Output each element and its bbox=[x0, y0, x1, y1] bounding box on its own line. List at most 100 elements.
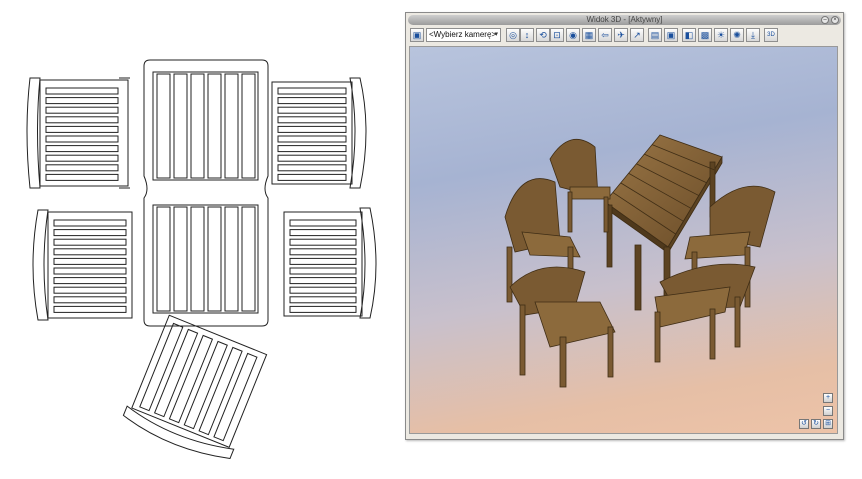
view-3d-icon: 3D bbox=[767, 32, 775, 38]
rotate-right-icon: ↻ bbox=[813, 420, 819, 427]
sun-button[interactable]: ✺ bbox=[730, 28, 744, 42]
table-slat bbox=[224, 206, 239, 312]
render-icon: ◎ bbox=[509, 30, 517, 40]
chair-slat bbox=[45, 106, 119, 114]
grid-button[interactable]: ▦ bbox=[582, 28, 596, 42]
chair-slat bbox=[277, 116, 347, 124]
print-icon: ▤ bbox=[650, 30, 660, 40]
sun-icon: ✺ bbox=[733, 30, 741, 40]
chair-slat bbox=[53, 286, 127, 294]
table-slat bbox=[156, 73, 171, 179]
plan-table-slats-bottom bbox=[156, 206, 256, 312]
chair-slat bbox=[45, 125, 119, 133]
chevron-down-icon: ▾ bbox=[494, 31, 498, 38]
chair-slat bbox=[53, 267, 127, 275]
chair-slat bbox=[289, 219, 357, 227]
chair-slat bbox=[289, 238, 357, 246]
plan-chair-top-left-slats bbox=[45, 87, 119, 181]
view-3d-window: Widok 3D - [Aktywny] – × ▣ <Wybierz kame… bbox=[405, 12, 844, 440]
minimize-button[interactable]: – bbox=[821, 16, 829, 24]
view-toolbar: ▣ <Wybierz kamerę> ▾ ◎ ↕ ⟲ ⊡ ◉ ▦ ⇦ ✈ ↗ ▤ ▣ ◧ ▩ ☀ ✺ ⤓ 3D bbox=[408, 27, 841, 45]
walk-button[interactable]: ⇦ bbox=[598, 28, 612, 42]
export-icon: ⤓ bbox=[751, 30, 755, 40]
chair-slat bbox=[53, 296, 127, 304]
chair-slat bbox=[53, 248, 127, 256]
3d-viewport[interactable]: + − ↺ ↻ ⊞ bbox=[409, 46, 838, 434]
chair-slat bbox=[45, 87, 119, 95]
table-slat bbox=[207, 73, 222, 179]
window-title: Widok 3D - [Aktywny] bbox=[586, 15, 663, 24]
chair-slat bbox=[53, 229, 127, 237]
orbit-button[interactable]: ⟲ bbox=[536, 28, 550, 42]
table-slat bbox=[190, 73, 205, 179]
chair-slat bbox=[289, 286, 357, 294]
chair-slat bbox=[45, 116, 119, 124]
table-slat bbox=[173, 206, 188, 312]
chair-slat bbox=[45, 97, 119, 105]
pan-icon: ↕ bbox=[524, 30, 530, 40]
camera-settings-button[interactable]: ▣ bbox=[410, 28, 424, 42]
table-slat bbox=[173, 73, 188, 179]
table-slat bbox=[241, 73, 256, 179]
print-button[interactable]: ▤ bbox=[648, 28, 662, 42]
textures-icon: ▩ bbox=[700, 30, 710, 40]
zoom-fit-button[interactable]: ⊞ bbox=[823, 419, 833, 429]
plan-table bbox=[143, 59, 269, 327]
rotate-left-button[interactable]: ↺ bbox=[799, 419, 809, 429]
plan-chair-bottom-right-slats bbox=[289, 219, 357, 313]
zoom-in-button[interactable]: + bbox=[823, 393, 833, 403]
table-slat bbox=[241, 206, 256, 312]
camera-select[interactable]: <Wybierz kamerę> ▾ bbox=[426, 28, 501, 42]
materials-button[interactable]: ◧ bbox=[682, 28, 696, 42]
chair-slat bbox=[53, 257, 127, 265]
zoom-fit-icon: ⊞ bbox=[825, 420, 831, 427]
render-button[interactable]: ◎ bbox=[506, 28, 520, 42]
chair-slat bbox=[53, 277, 127, 285]
plan-table-slats-top bbox=[156, 73, 256, 179]
fly-button[interactable]: ✈ bbox=[614, 28, 628, 42]
chair-slat bbox=[45, 135, 119, 143]
zoom-window-icon: ⊡ bbox=[553, 30, 561, 40]
export-button[interactable]: ⤓ bbox=[746, 28, 760, 42]
chair-slat bbox=[289, 257, 357, 265]
chair-slat bbox=[277, 87, 347, 95]
light-button[interactable]: ☀ bbox=[714, 28, 728, 42]
chair-slat bbox=[277, 145, 347, 153]
chair-slat bbox=[277, 97, 347, 105]
chair-slat bbox=[289, 305, 357, 313]
3d-chair-front-left bbox=[509, 266, 616, 388]
zoom-out-button[interactable]: − bbox=[823, 406, 833, 416]
rotate-right-button[interactable]: ↻ bbox=[811, 419, 821, 429]
3d-chair-back-left bbox=[549, 138, 611, 233]
chair-slat bbox=[53, 219, 127, 227]
chair-slat bbox=[289, 248, 357, 256]
textures-button[interactable]: ▩ bbox=[698, 28, 712, 42]
move-icon: ↗ bbox=[633, 30, 641, 40]
3d-chair-front-right bbox=[654, 263, 756, 363]
chair-slat bbox=[277, 135, 347, 143]
3d-scene bbox=[504, 134, 776, 388]
chair-slat bbox=[45, 154, 119, 162]
camera-button[interactable]: ◉ bbox=[566, 28, 580, 42]
chair-slat bbox=[277, 173, 347, 181]
save-image-button[interactable]: ▣ bbox=[664, 28, 678, 42]
table-slat bbox=[224, 73, 239, 179]
chair-slat bbox=[277, 125, 347, 133]
view-3d-button[interactable]: 3D bbox=[764, 28, 778, 42]
chair-slat bbox=[45, 145, 119, 153]
walk-icon: ⇦ bbox=[601, 30, 609, 40]
camera-icon: ◉ bbox=[569, 30, 577, 40]
plan-chair-bottom-left-slats bbox=[53, 219, 127, 313]
window-titlebar[interactable]: Widok 3D - [Aktywny] – × bbox=[408, 15, 841, 25]
pan-button[interactable]: ↕ bbox=[520, 28, 534, 42]
close-button[interactable]: × bbox=[831, 16, 839, 24]
chair-slat bbox=[289, 296, 357, 304]
table-slat bbox=[190, 206, 205, 312]
chair-slat bbox=[45, 173, 119, 181]
zoom-window-button[interactable]: ⊡ bbox=[550, 28, 564, 42]
rotate-left-icon: ↺ bbox=[801, 420, 807, 427]
move-button[interactable]: ↗ bbox=[630, 28, 644, 42]
zoom-in-icon: + bbox=[825, 394, 831, 401]
orbit-icon: ⟲ bbox=[539, 30, 547, 40]
table-slat bbox=[156, 206, 171, 312]
